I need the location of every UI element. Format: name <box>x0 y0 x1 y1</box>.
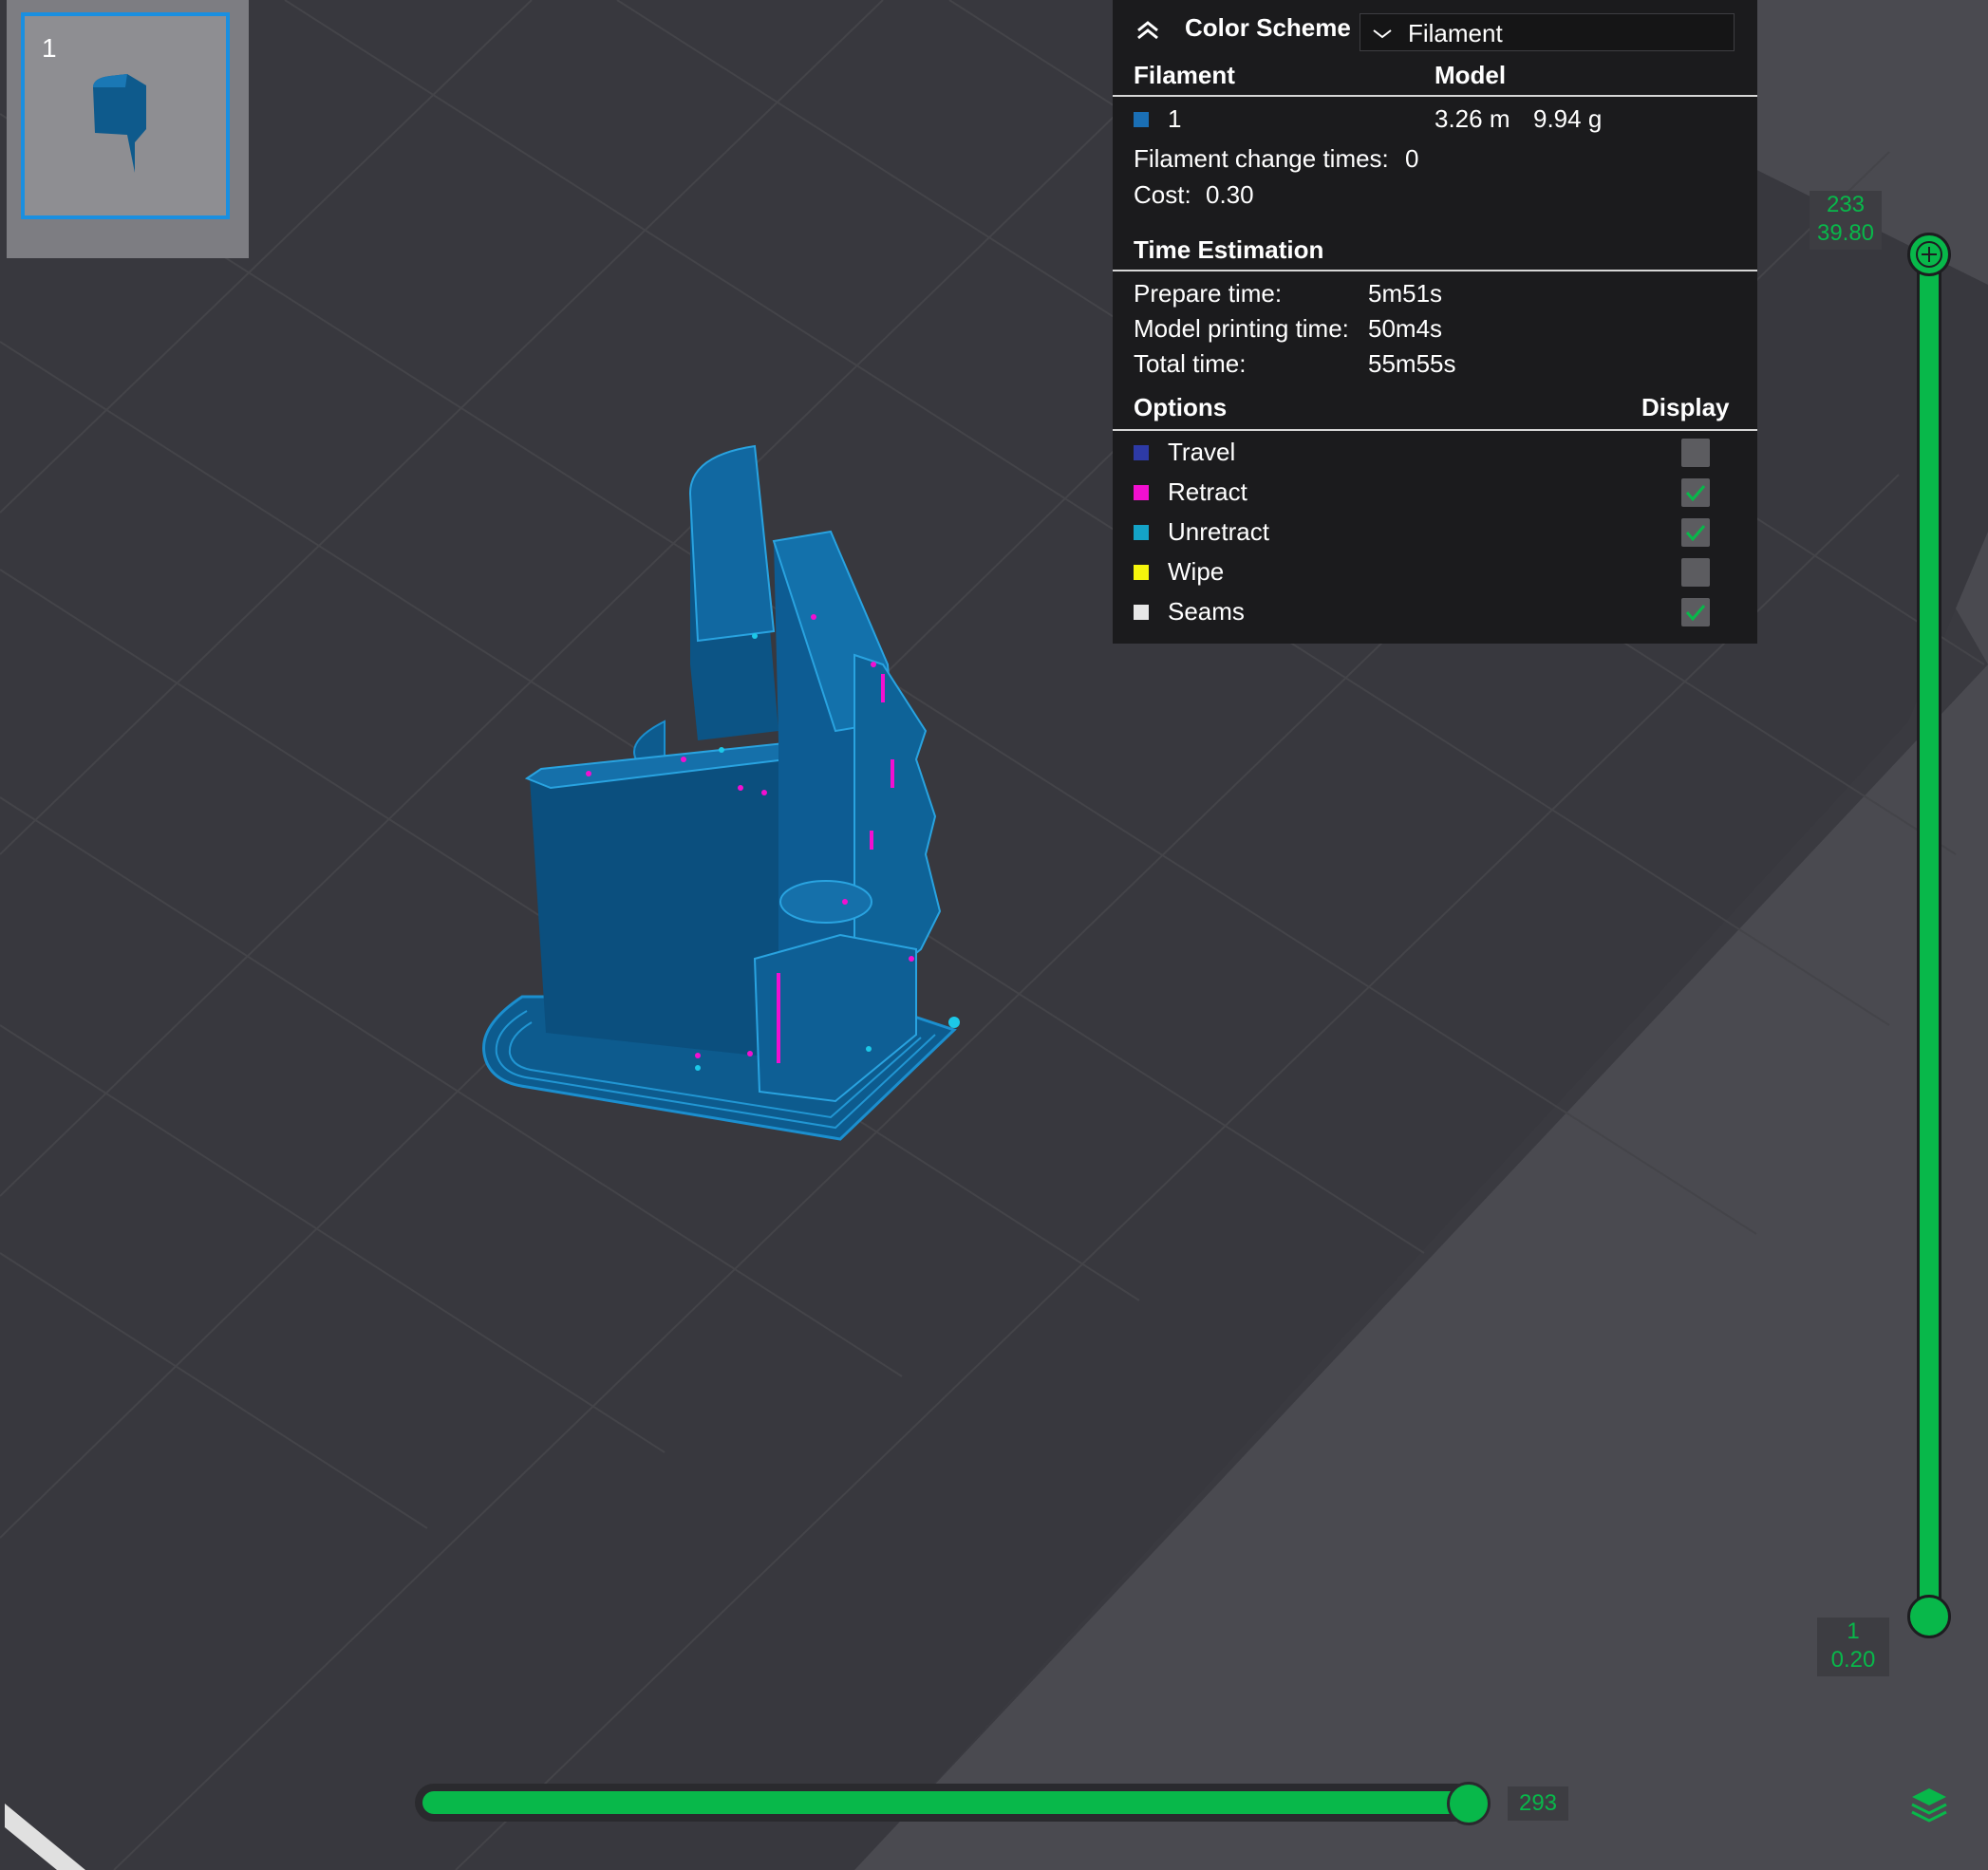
collapse-icon[interactable] <box>1134 13 1162 42</box>
color-scheme-label: Color Scheme <box>1185 13 1351 42</box>
time-estimation-title: Time Estimation <box>1134 235 1324 264</box>
option-label: Unretract <box>1168 517 1269 546</box>
plus-icon <box>1916 241 1942 268</box>
filament-weight: 9.94 g <box>1533 104 1603 133</box>
option-label: Travel <box>1168 438 1236 466</box>
layer-slider-top-handle[interactable] <box>1907 233 1951 276</box>
bottom-layer-height: 0.20 <box>1830 1647 1876 1673</box>
seams-checkbox[interactable] <box>1681 598 1710 626</box>
layer-slider-bottom-handle[interactable] <box>1907 1595 1951 1638</box>
plate-list: 1 <box>7 0 249 258</box>
divider <box>1113 270 1757 271</box>
move-slider-range <box>422 1791 1467 1814</box>
wipe-checkbox[interactable] <box>1681 558 1710 587</box>
filament-id: 1 <box>1168 104 1182 133</box>
plate-number: 1 <box>42 33 57 63</box>
prepare-time-label: Prepare time: <box>1134 279 1283 308</box>
cost-label: Cost: <box>1134 180 1191 209</box>
retract-swatch <box>1134 485 1149 500</box>
options-title: Options <box>1134 393 1228 421</box>
change-times-label: Filament change times: <box>1134 144 1389 173</box>
option-label: Seams <box>1168 597 1245 626</box>
prepare-time-value: 5m51s <box>1368 279 1443 308</box>
model-print-time-value: 50m4s <box>1368 314 1443 343</box>
top-layer-label: 233 39.80 <box>1810 191 1882 250</box>
travel-checkbox[interactable] <box>1681 439 1710 467</box>
display-title: Display <box>1641 393 1730 421</box>
cost-value: 0.30 <box>1206 180 1254 209</box>
chevron-down-icon <box>1373 29 1392 39</box>
divider <box>1113 95 1757 97</box>
move-slider-value: 293 <box>1508 1786 1568 1821</box>
filament-swatch <box>1134 112 1149 127</box>
retract-checkbox[interactable] <box>1681 478 1710 507</box>
unretract-swatch <box>1134 525 1149 540</box>
model-print-time-label: Model printing time: <box>1134 314 1349 343</box>
top-layer-number: 233 <box>1826 192 1866 217</box>
check-icon <box>1685 525 1706 542</box>
color-scheme-dropdown[interactable]: Filament <box>1360 13 1735 51</box>
top-layer-height: 39.80 <box>1816 220 1875 246</box>
move-slider-handle[interactable] <box>1447 1782 1491 1825</box>
layers-icon[interactable] <box>1908 1785 1950 1826</box>
color-scheme-value: Filament <box>1408 19 1503 47</box>
total-time-value: 55m55s <box>1368 349 1456 378</box>
filament-length: 3.26 m <box>1435 104 1510 133</box>
bottom-layer-label: 1 0.20 <box>1817 1618 1889 1676</box>
layer-slider-range <box>1920 252 1939 1614</box>
plate-model-preview <box>93 74 146 173</box>
option-label: Wipe <box>1168 557 1225 586</box>
change-times-value: 0 <box>1405 144 1419 173</box>
check-icon <box>1685 485 1706 502</box>
seams-swatch <box>1134 605 1149 620</box>
wipe-swatch <box>1134 565 1149 580</box>
check-icon <box>1685 605 1706 622</box>
bottom-layer-number: 1 <box>1847 1618 1860 1644</box>
total-time-label: Total time: <box>1134 349 1247 378</box>
divider <box>1113 429 1757 431</box>
unretract-checkbox[interactable] <box>1681 518 1710 547</box>
plate-thumbnail[interactable]: 1 <box>21 12 230 219</box>
col-model: Model <box>1435 61 1507 89</box>
col-filament: Filament <box>1134 61 1235 89</box>
legend-panel: Color Scheme Filament Filament Model 1 3… <box>1113 0 1757 644</box>
travel-swatch <box>1134 445 1149 460</box>
option-label: Retract <box>1168 477 1247 506</box>
